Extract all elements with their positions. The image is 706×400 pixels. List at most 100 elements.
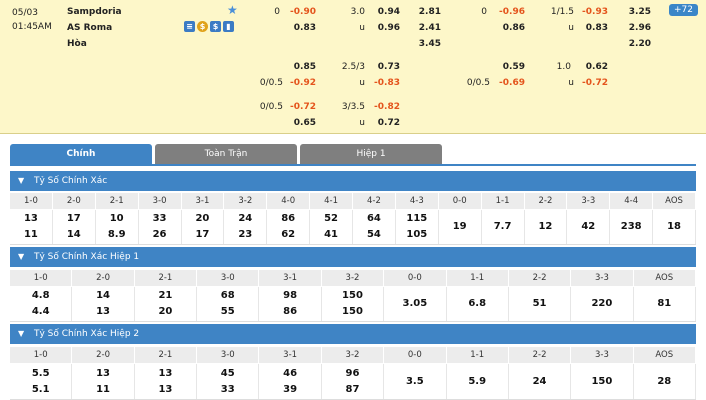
odds-value[interactable]: 46 — [259, 366, 320, 382]
odds-value[interactable]: 41 — [310, 227, 352, 243]
odds-value[interactable]: 81 — [634, 296, 695, 312]
odds-value[interactable]: 24 — [224, 211, 266, 227]
section-correct-score-h1[interactable]: ▼ Tỷ Số Chính Xác Hiệp 1 — [10, 247, 696, 267]
coin-icon[interactable]: $ — [197, 21, 208, 32]
odds-value[interactable]: 5.5 — [10, 366, 71, 382]
h1-handicap-away-odds[interactable]: 0.86 — [490, 23, 525, 33]
odds-value[interactable]: 86 — [259, 304, 320, 320]
odds-value[interactable]: 13 — [72, 366, 133, 382]
odds-value[interactable]: 20 — [182, 211, 224, 227]
odds-value[interactable]: 7.7 — [482, 219, 524, 235]
odds-value[interactable]: 3.05 — [384, 296, 445, 312]
ft-1x2-draw[interactable]: 3.45 — [405, 39, 441, 49]
odds-value[interactable]: 87 — [322, 382, 383, 398]
odds-value[interactable]: 20 — [135, 304, 196, 320]
odds-value[interactable]: 11 — [72, 382, 133, 398]
odds-value[interactable]: 54 — [353, 227, 395, 243]
ft-alt1-under[interactable]: -0.83 — [366, 78, 400, 88]
ft-handicap-away-odds[interactable]: 0.83 — [282, 23, 316, 33]
odds-value[interactable]: 52 — [310, 211, 352, 227]
h1-over-odds[interactable]: -0.93 — [574, 7, 608, 17]
odds-value[interactable]: 13 — [135, 382, 196, 398]
odds-value[interactable]: 8.9 — [96, 227, 138, 243]
odds-value[interactable]: 21 — [135, 288, 196, 304]
more-markets-badge[interactable]: +72 — [669, 4, 698, 16]
h1-1x2-away[interactable]: 2.96 — [614, 23, 651, 33]
odds-value[interactable]: 4.4 — [10, 304, 71, 320]
ft-alt1-handicap-away[interactable]: -0.92 — [282, 78, 316, 88]
odds-value[interactable]: 96 — [322, 366, 383, 382]
stats-icon[interactable]: ≡ — [184, 21, 195, 32]
ft-over-odds[interactable]: 0.94 — [366, 7, 400, 17]
odds-value[interactable]: 28 — [634, 374, 695, 390]
ft-alt2-over[interactable]: -0.82 — [366, 102, 400, 112]
section-correct-score[interactable]: ▼ Tỷ Số Chính Xác — [10, 171, 696, 191]
odds-value[interactable]: 24 — [509, 374, 570, 390]
odds-value[interactable]: 98 — [259, 288, 320, 304]
dollar-icon[interactable]: $ — [210, 21, 221, 32]
odds-value[interactable]: 51 — [509, 296, 570, 312]
odds-value[interactable]: 33 — [139, 211, 181, 227]
odds-value[interactable]: 5.9 — [447, 374, 508, 390]
odds-value[interactable]: 6.8 — [447, 296, 508, 312]
odds-value[interactable]: 62 — [267, 227, 309, 243]
odds-value[interactable]: 18 — [653, 219, 695, 235]
ft-alt1-handicap-home[interactable]: 0.85 — [282, 62, 316, 72]
odds-value[interactable]: 86 — [267, 211, 309, 227]
home-team[interactable]: Sampdoria — [67, 7, 122, 17]
odds-value[interactable]: 14 — [53, 227, 95, 243]
away-team[interactable]: AS Roma — [67, 23, 112, 33]
h1-1x2-home[interactable]: 3.25 — [614, 7, 651, 17]
odds-value[interactable]: 26 — [139, 227, 181, 243]
odds-value[interactable]: 4.8 — [10, 288, 71, 304]
section-correct-score-h2[interactable]: ▼ Tỷ Số Chính Xác Hiệp 2 — [10, 324, 696, 344]
odds-value[interactable]: 17 — [53, 211, 95, 227]
ft-handicap-home-odds[interactable]: -0.90 — [282, 7, 316, 17]
h1-alt1-over[interactable]: 0.62 — [574, 62, 608, 72]
odds-value[interactable]: 238 — [610, 219, 652, 235]
odds-value[interactable]: 13 — [72, 304, 133, 320]
chart-icon[interactable]: ▮ — [223, 21, 234, 32]
odds-value[interactable]: 33 — [197, 382, 258, 398]
odds-value[interactable]: 115 — [396, 211, 438, 227]
ft-1x2-away[interactable]: 2.41 — [405, 23, 441, 33]
h1-handicap-home-odds[interactable]: -0.96 — [490, 7, 525, 17]
ft-1x2-home[interactable]: 2.81 — [405, 7, 441, 17]
odds-value[interactable]: 5.1 — [10, 382, 71, 398]
tab-first-half[interactable]: Hiệp 1 — [300, 144, 442, 164]
odds-value[interactable]: 3.5 — [384, 374, 445, 390]
favorite-star-icon[interactable]: ★ — [227, 3, 238, 17]
odds-value[interactable]: 64 — [353, 211, 395, 227]
h1-1x2-draw[interactable]: 2.20 — [614, 39, 651, 49]
odds-value[interactable]: 42 — [567, 219, 609, 235]
odds-value[interactable]: 10 — [96, 211, 138, 227]
ft-alt2-under[interactable]: 0.72 — [366, 118, 400, 128]
odds-value[interactable]: 23 — [224, 227, 266, 243]
h1-alt1-handicap-away[interactable]: -0.69 — [490, 78, 525, 88]
odds-value[interactable]: 220 — [571, 296, 632, 312]
odds-value[interactable]: 150 — [322, 304, 383, 320]
odds-value[interactable]: 12 — [525, 219, 567, 235]
odds-value[interactable]: 150 — [571, 374, 632, 390]
h1-alt1-under[interactable]: -0.72 — [574, 78, 608, 88]
odds-value[interactable]: 14 — [72, 288, 133, 304]
tab-full-match[interactable]: Toàn Trận — [155, 144, 297, 164]
odds-value[interactable]: 105 — [396, 227, 438, 243]
odds-value[interactable]: 13 — [135, 366, 196, 382]
odds-value[interactable]: 68 — [197, 288, 258, 304]
odds-value[interactable]: 45 — [197, 366, 258, 382]
ft-under-odds[interactable]: 0.96 — [366, 23, 400, 33]
ft-alt1-over[interactable]: 0.73 — [366, 62, 400, 72]
tab-main[interactable]: Chính — [10, 144, 152, 164]
odds-value[interactable]: 150 — [322, 288, 383, 304]
h1-under-odds[interactable]: 0.83 — [574, 23, 608, 33]
odds-value[interactable]: 11 — [10, 227, 52, 243]
h1-alt1-handicap-home[interactable]: 0.59 — [490, 62, 525, 72]
odds-value[interactable]: 55 — [197, 304, 258, 320]
odds-value[interactable]: 13 — [10, 211, 52, 227]
ft-alt2-handicap-away[interactable]: 0.65 — [282, 118, 316, 128]
odds-value[interactable]: 39 — [259, 382, 320, 398]
ft-alt2-handicap-home[interactable]: -0.72 — [282, 102, 316, 112]
odds-value[interactable]: 17 — [182, 227, 224, 243]
odds-value[interactable]: 19 — [439, 219, 481, 235]
